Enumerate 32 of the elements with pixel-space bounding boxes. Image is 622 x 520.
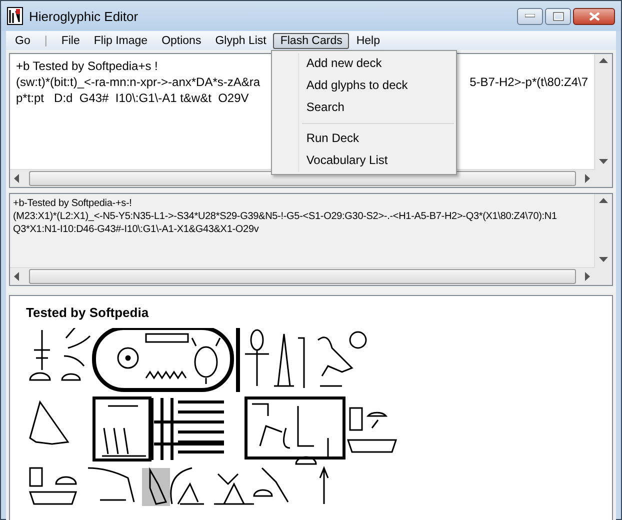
maximize-button[interactable] — [545, 8, 571, 24]
menu-separator: | — [43, 34, 48, 46]
minimize-button[interactable] — [517, 8, 543, 24]
code-text: (M23:X1)*(L2:X1)_<-N5-Y5:N35-L1->-S34*U28*S29-G39&N5-!-G5-<S1-O29:G30-S2>-.-<H1-A5-B7-H2>-Q3*(X1\80:Z4\70):N1 — [13, 210, 557, 223]
code-text: (sw:t)*(bit:t)_<-ra-mn:n-xpr->-anx*DA*s-zA&ra — [16, 74, 260, 90]
menu-item[interactable]: Options — [154, 32, 208, 48]
maximize-icon — [552, 12, 564, 20]
menu-item[interactable]: File — [54, 32, 87, 48]
close-icon — [588, 12, 600, 20]
preview-heading: Tested by Softpedia — [26, 305, 150, 320]
close-button[interactable] — [573, 8, 615, 24]
dropdown-item[interactable]: Add new deck — [272, 52, 456, 74]
menu-item[interactable]: Go — [8, 32, 38, 48]
vertical-scrollbar[interactable] — [594, 194, 612, 267]
code-text: p*t:pt D:d G43# I10\:G1\-A1 t&w&t O29V — [16, 90, 249, 106]
app-logo-icon — [7, 7, 23, 25]
code-text: +b Tested by Softpedia+s ! — [16, 58, 158, 74]
dropdown-item[interactable]: Vocabulary List — [272, 150, 456, 172]
menu-item[interactable]: Help — [349, 32, 387, 48]
menu-item[interactable]: Flash Cards — [273, 32, 350, 48]
dropdown-item[interactable]: Add glyphs to deck — [272, 74, 456, 96]
dropdown-item[interactable]: Run Deck — [272, 128, 456, 150]
code-text: Q3*X1:N1-I10:D46-G43#-I10\:G1\-A1-X1&G43&X1-O29v — [13, 223, 259, 236]
menu-item[interactable]: Glyph List — [208, 32, 274, 48]
vertical-scrollbar[interactable] — [594, 54, 612, 169]
dropdown-item[interactable]: Search — [272, 96, 456, 118]
minimize-icon — [525, 14, 535, 18]
horizontal-scrollbar[interactable] — [10, 267, 595, 285]
code-text: +b-Tested by Softpedia-+s-! — [13, 197, 132, 210]
window-title: Hieroglyphic Editor — [29, 8, 140, 24]
menu-item[interactable]: Flip Image — [86, 32, 155, 48]
code-text: 5-B7-H2>-p*(t\80:Z4\7 — [470, 74, 588, 90]
